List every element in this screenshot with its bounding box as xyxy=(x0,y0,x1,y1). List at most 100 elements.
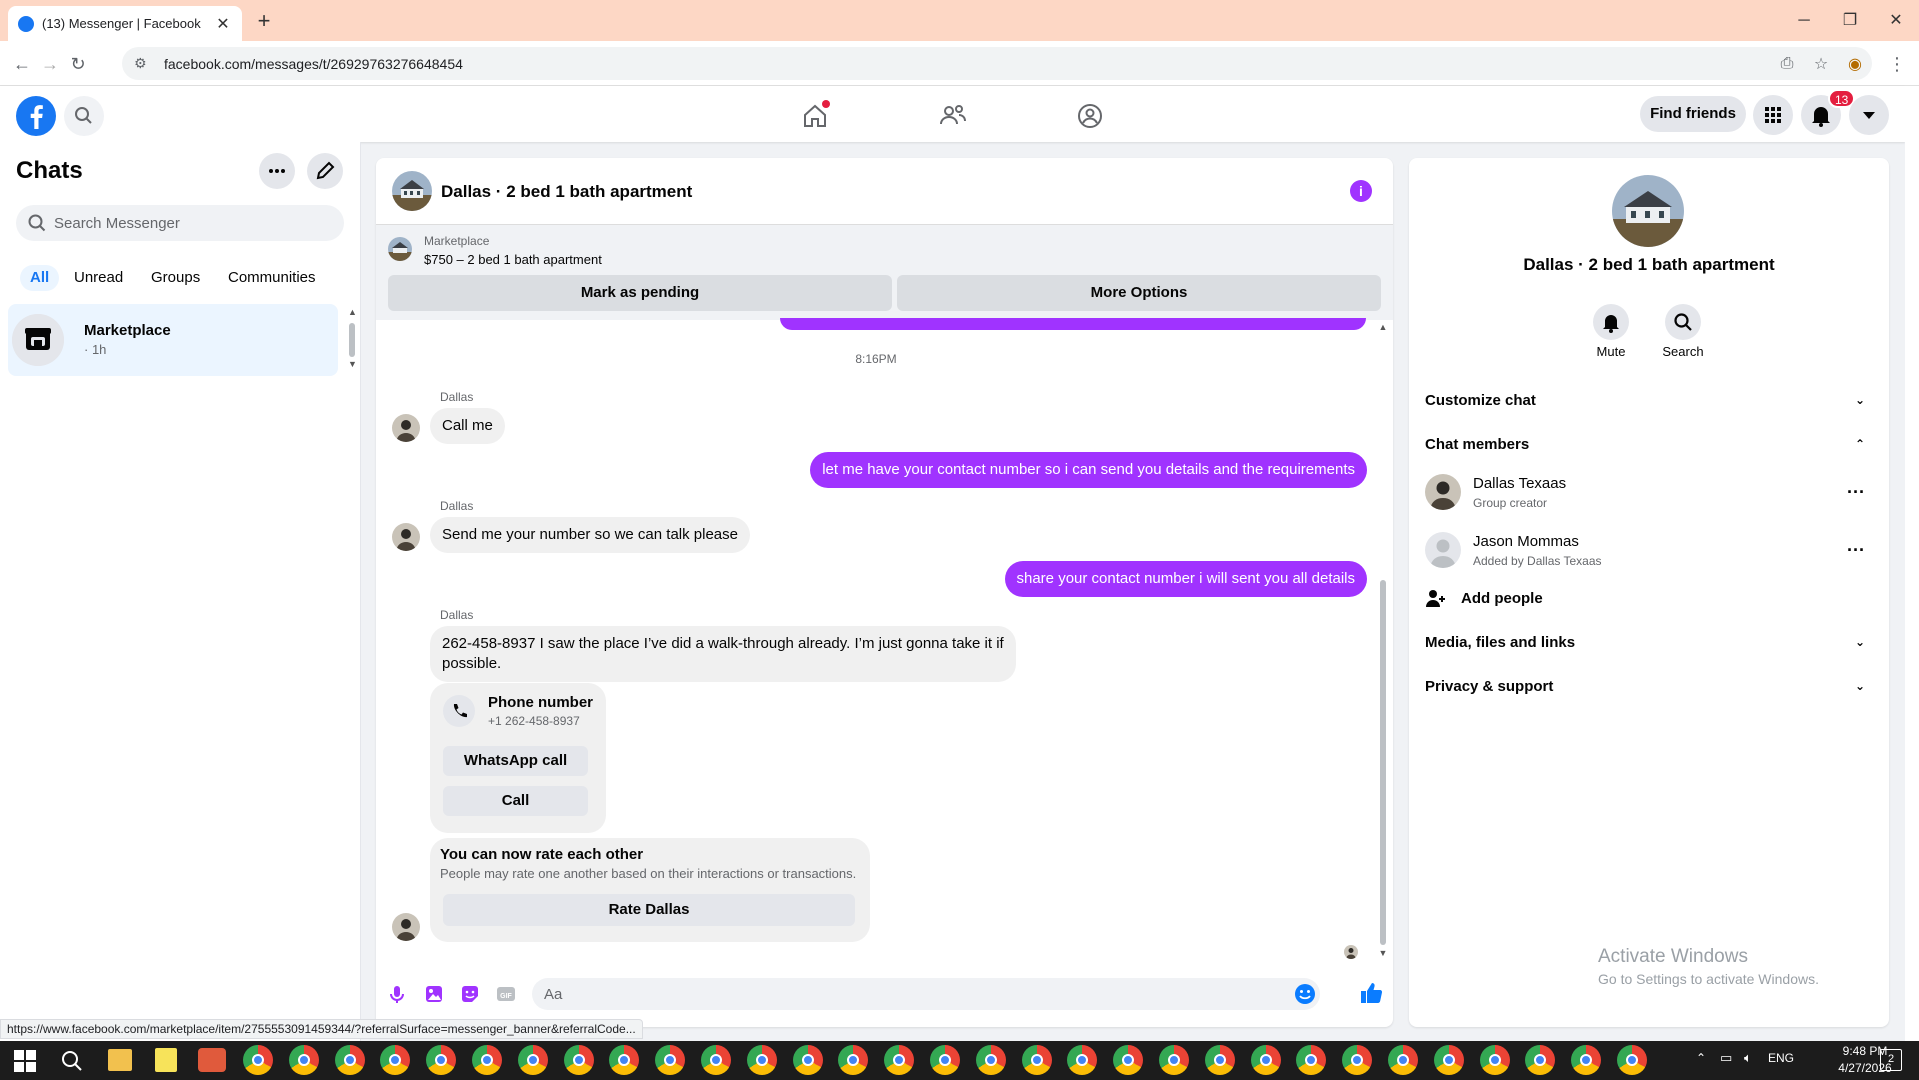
chrome-taskbar-icon[interactable] xyxy=(746,1045,777,1075)
media-files-section[interactable]: Media, files and links ⌄ xyxy=(1425,624,1875,660)
omnibox[interactable]: ⚙ facebook.com/messages/t/26929763276648… xyxy=(122,47,1872,80)
profile-icon[interactable]: ◉ xyxy=(1838,54,1872,74)
close-window-icon[interactable]: ✕ xyxy=(1876,8,1916,34)
close-tab-icon[interactable]: ✕ xyxy=(214,14,232,34)
chrome-taskbar-icon[interactable] xyxy=(472,1045,502,1075)
listing-price-title[interactable]: $750 – 2 bed 1 bath apartment xyxy=(424,252,602,267)
listing-avatar[interactable] xyxy=(392,171,432,211)
chrome-taskbar-icon[interactable] xyxy=(1342,1045,1373,1075)
language-indicator[interactable]: ENG xyxy=(1768,1051,1794,1065)
rate-dallas-button[interactable]: Rate Dallas xyxy=(443,894,855,926)
chrome-taskbar-icon[interactable] xyxy=(563,1045,594,1075)
app-icon[interactable] xyxy=(198,1048,226,1072)
new-message-icon[interactable] xyxy=(307,153,343,189)
account-chevron-icon[interactable] xyxy=(1849,95,1889,135)
scroll-up-icon[interactable]: ▲ xyxy=(348,307,357,317)
sticker-icon[interactable] xyxy=(459,983,481,1005)
search-icon[interactable] xyxy=(1665,304,1701,340)
chrome-taskbar-icon[interactable] xyxy=(655,1045,686,1075)
chrome-taskbar-icon[interactable] xyxy=(1250,1045,1281,1075)
chat-info-avatar[interactable] xyxy=(1612,175,1684,247)
chrome-taskbar-icon[interactable] xyxy=(884,1045,915,1075)
chat-members-section[interactable]: Chat members ⌃ xyxy=(1425,426,1875,462)
photo-icon[interactable] xyxy=(423,983,445,1005)
customize-chat-section[interactable]: Customize chat ⌄ xyxy=(1425,382,1875,418)
message-composer[interactable] xyxy=(532,978,1320,1010)
chat-scrollbar[interactable]: ▲ ▼ xyxy=(1378,320,1388,960)
file-explorer-icon[interactable] xyxy=(108,1049,132,1071)
find-friends-button[interactable]: Find friends xyxy=(1640,96,1746,132)
taskbar-search-icon[interactable] xyxy=(60,1049,84,1073)
member-options-icon[interactable]: ··· xyxy=(1844,541,1868,564)
reload-icon[interactable]: ↻ xyxy=(64,50,92,78)
thumbs-up-icon[interactable] xyxy=(1358,980,1384,1006)
windows-start-icon[interactable] xyxy=(14,1050,36,1072)
call-button[interactable]: Call xyxy=(443,786,588,816)
incoming-message[interactable]: 262-458-8937 I saw the place I’ve did a … xyxy=(430,626,1016,682)
more-options-button[interactable]: More Options xyxy=(897,275,1381,311)
network-icon[interactable]: ▭ xyxy=(1720,1050,1732,1066)
groups-icon[interactable] xyxy=(1070,96,1110,136)
facebook-logo-icon[interactable] xyxy=(16,96,56,136)
chrome-taskbar-icon[interactable] xyxy=(975,1045,1006,1075)
chrome-taskbar-icon[interactable] xyxy=(288,1045,319,1075)
back-icon[interactable]: ← xyxy=(8,50,36,78)
forward-icon[interactable]: → xyxy=(36,50,64,78)
privacy-support-section[interactable]: Privacy & support ⌄ xyxy=(1425,668,1875,704)
search-label[interactable]: Search xyxy=(1653,344,1713,359)
chrome-taskbar-icon[interactable] xyxy=(517,1045,548,1075)
scroll-up-icon[interactable]: ▲ xyxy=(1378,322,1388,332)
sticky-notes-icon[interactable] xyxy=(155,1048,177,1072)
add-people-button[interactable]: Add people xyxy=(1425,588,1543,608)
friends-icon[interactable] xyxy=(933,96,973,136)
sender-avatar[interactable] xyxy=(392,523,420,551)
incoming-message[interactable]: Send me your number so we can talk pleas… xyxy=(430,517,750,553)
sidebar-scrollbar[interactable]: ▲ ▼ xyxy=(348,307,357,369)
menu-grid-icon[interactable] xyxy=(1753,95,1793,135)
member-name[interactable]: Dallas Texaas xyxy=(1473,475,1566,492)
filter-all[interactable]: All xyxy=(20,265,60,291)
chrome-taskbar-icon[interactable] xyxy=(1113,1045,1144,1075)
member-avatar[interactable] xyxy=(1425,474,1461,510)
gif-icon[interactable]: GIF xyxy=(495,983,517,1005)
member-avatar[interactable] xyxy=(1425,532,1461,568)
mute-label[interactable]: Mute xyxy=(1581,344,1641,359)
chrome-taskbar-icon[interactable] xyxy=(930,1045,960,1075)
sender-avatar[interactable] xyxy=(392,913,420,941)
chats-options-icon[interactable] xyxy=(259,153,295,189)
minimize-icon[interactable]: ─ xyxy=(1784,8,1824,34)
chrome-taskbar-icon[interactable] xyxy=(1388,1045,1418,1075)
chrome-taskbar-icon[interactable] xyxy=(1571,1045,1602,1075)
info-icon[interactable]: i xyxy=(1350,180,1372,202)
url-text[interactable]: facebook.com/messages/t/2692976327664845… xyxy=(164,56,1770,72)
chrome-menu-icon[interactable]: ⋮ xyxy=(1885,50,1909,78)
mute-bell-icon[interactable] xyxy=(1593,304,1629,340)
chrome-taskbar-icon[interactable] xyxy=(1204,1045,1235,1075)
scroll-down-icon[interactable]: ▼ xyxy=(1378,948,1388,958)
search-messenger-input[interactable] xyxy=(54,214,334,232)
bookmark-star-icon[interactable]: ☆ xyxy=(1804,54,1838,74)
outgoing-message[interactable]: let me have your contact number so i can… xyxy=(810,452,1367,488)
site-info-icon[interactable]: ⚙ xyxy=(134,55,152,72)
scroll-down-icon[interactable]: ▼ xyxy=(348,359,357,369)
filter-unread[interactable]: Unread xyxy=(64,265,133,291)
chrome-taskbar-icon[interactable] xyxy=(334,1045,365,1075)
microphone-icon[interactable] xyxy=(386,983,408,1005)
new-tab-icon[interactable]: + xyxy=(250,8,278,36)
outgoing-message[interactable]: share your contact number i will sent yo… xyxy=(1004,561,1367,597)
volume-icon[interactable]: 🔈︎ xyxy=(1744,1050,1752,1066)
sender-avatar[interactable] xyxy=(392,414,420,442)
scroll-thumb[interactable] xyxy=(1380,580,1386,945)
filter-communities[interactable]: Communities xyxy=(218,265,326,291)
incoming-message[interactable]: Call me xyxy=(430,408,505,444)
whatsapp-call-button[interactable]: WhatsApp call xyxy=(443,746,588,776)
search-messenger-field[interactable] xyxy=(16,205,344,241)
notification-center-icon[interactable]: 2 xyxy=(1880,1049,1902,1071)
browser-tab[interactable]: (13) Messenger | Facebook ✕ xyxy=(8,6,242,41)
install-app-icon[interactable]: ⎙ xyxy=(1770,55,1804,73)
chrome-taskbar-icon[interactable] xyxy=(1159,1045,1189,1075)
tray-chevron-icon[interactable]: ⌃ xyxy=(1696,1051,1706,1065)
chrome-taskbar-icon[interactable] xyxy=(1479,1045,1510,1075)
chrome-taskbar-icon[interactable] xyxy=(243,1045,273,1075)
chrome-taskbar-icon[interactable] xyxy=(1021,1045,1052,1075)
